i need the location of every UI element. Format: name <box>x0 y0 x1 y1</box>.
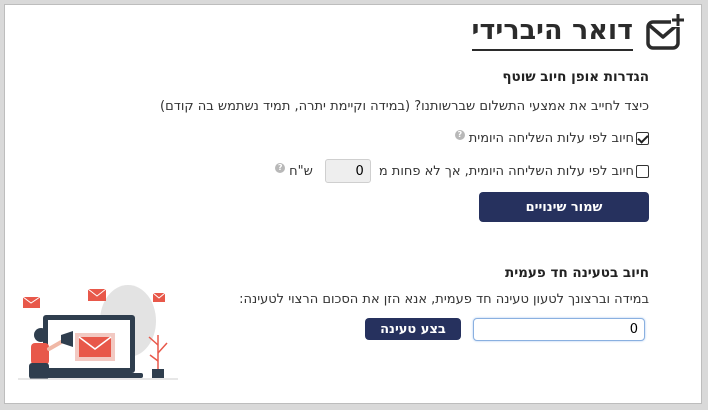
minimum-billing-checkbox[interactable] <box>636 164 649 178</box>
daily-billing-label: חיוב לפי עלות השליחה היומית <box>468 131 634 146</box>
topup-heading: חיוב בטעינה חד פעמית <box>504 265 649 281</box>
daily-billing-checkbox[interactable] <box>636 132 649 145</box>
minimum-amount-input[interactable] <box>324 159 371 183</box>
page-title: דואר היברידי <box>471 15 633 51</box>
help-icon[interactable]: ? <box>454 129 465 140</box>
billing-question: כיצד לחייב את אמצעי התשלום שברשותנו? (במ… <box>160 99 649 114</box>
marketing-illustration <box>18 285 178 380</box>
main-panel: דואר היברידי הגדרות אופן חיוב שוטף כיצד … <box>4 4 702 404</box>
page-header: דואר היברידי <box>471 11 689 55</box>
envelope-icon <box>87 288 107 301</box>
billing-option-daily[interactable]: חיוב לפי עלות השליחה היומית ? <box>454 129 649 146</box>
plant-icon <box>148 335 168 378</box>
envelope-icon <box>22 296 41 308</box>
help-icon[interactable]: ? <box>275 163 286 173</box>
topup-button[interactable]: בצע טעינה <box>365 318 461 340</box>
currency-label: ש"ח <box>289 163 313 179</box>
billing-heading: הגדרות אופן חיוב שוטף <box>502 69 649 85</box>
save-changes-button[interactable]: שמור שינויים <box>479 192 649 222</box>
minimum-billing-label: חיוב לפי עלות השליחה היומית, אך לא פחות … <box>378 163 634 179</box>
mail-plus-icon <box>646 13 685 50</box>
topup-amount-input[interactable] <box>473 318 645 341</box>
topup-description: במידה וברצונך לטעון טעינה חד פעמית, אנא … <box>239 292 649 307</box>
envelope-icon <box>152 292 166 302</box>
billing-option-minimum[interactable]: חיוב לפי עלות השליחה היומית, אך לא פחות … <box>275 159 649 183</box>
